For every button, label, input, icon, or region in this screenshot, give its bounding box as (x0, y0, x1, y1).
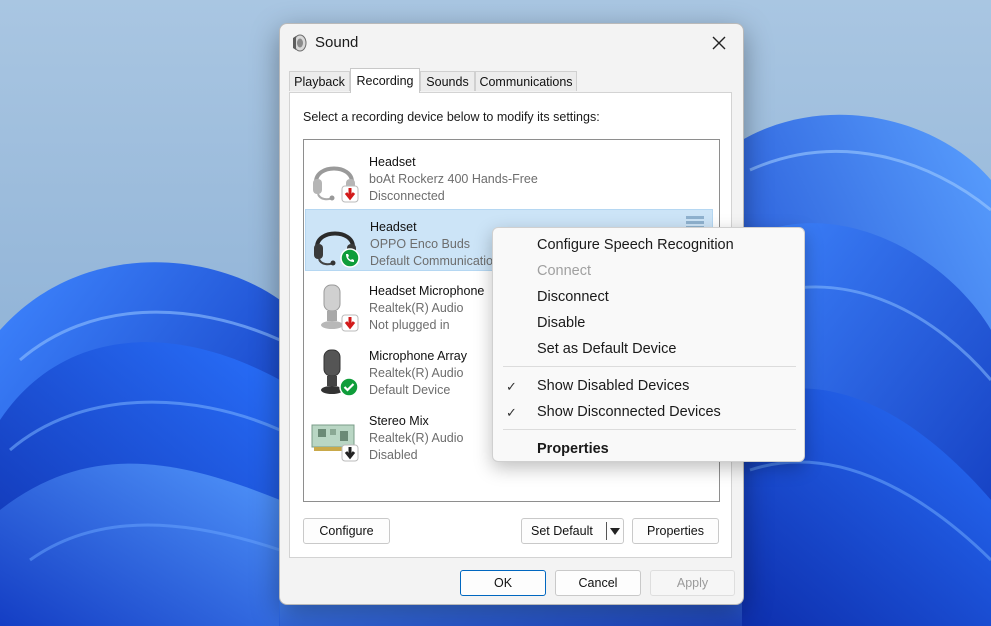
tab-playback[interactable]: Playback (289, 71, 350, 91)
chevron-down-icon[interactable] (610, 528, 620, 535)
device-status: Not plugged in (369, 318, 450, 332)
set-default-split-button[interactable]: Set Default (521, 518, 624, 544)
device-name: Stereo Mix (369, 414, 429, 428)
instructions-text: Select a recording device below to modif… (303, 110, 600, 124)
check-badge-icon (339, 377, 359, 397)
configure-button[interactable]: Configure (303, 518, 390, 544)
apply-button[interactable]: Apply (650, 570, 735, 596)
device-name: Headset Microphone (369, 284, 485, 298)
tab-recording[interactable]: Recording (350, 68, 420, 93)
menu-item-disable[interactable]: Disable (537, 315, 585, 331)
menu-item-set-as-default-device[interactable]: Set as Default Device (537, 341, 676, 357)
menu-item-show-disabled-devices[interactable]: Show Disabled Devices (537, 378, 689, 394)
check-icon: ✓ (506, 379, 517, 394)
window-title: Sound (315, 34, 359, 51)
device-name: Headset (370, 220, 417, 234)
menu-item-properties[interactable]: Properties (537, 441, 609, 457)
cancel-button[interactable]: Cancel (555, 570, 641, 596)
device-description: Realtek(R) Audio (369, 301, 464, 315)
context-menu: Configure Speech Recognition Connect Dis… (492, 227, 805, 462)
device-item-headset-boat[interactable]: Headset boAt Rockerz 400 Hands-Free Disc… (305, 145, 713, 207)
menu-separator (503, 429, 796, 430)
tab-sounds[interactable]: Sounds (420, 71, 475, 91)
menu-item-show-disconnected-devices[interactable]: Show Disconnected Devices (537, 404, 721, 420)
split-divider (606, 522, 607, 540)
check-icon: ✓ (506, 405, 517, 420)
title-bar[interactable]: Sound (280, 24, 743, 62)
ok-button[interactable]: OK (460, 570, 546, 596)
close-icon (712, 36, 726, 50)
device-status: Default Device (369, 383, 451, 397)
device-name: Microphone Array (369, 349, 467, 363)
speaker-app-icon (293, 34, 307, 52)
device-name: Headset (369, 155, 416, 169)
tab-communications[interactable]: Communications (475, 71, 577, 91)
close-button[interactable] (705, 29, 733, 57)
disconnected-badge-icon (341, 185, 359, 203)
device-status: Disabled (369, 448, 418, 462)
device-status: Disconnected (369, 189, 445, 203)
device-description: Realtek(R) Audio (369, 366, 464, 380)
device-description: OPPO Enco Buds (370, 237, 471, 251)
properties-button[interactable]: Properties (632, 518, 719, 544)
device-description: Realtek(R) Audio (369, 431, 464, 445)
menu-item-disconnect[interactable]: Disconnect (537, 289, 609, 305)
menu-item-connect[interactable]: Connect (537, 263, 591, 279)
disconnected-badge-icon (341, 314, 359, 332)
disabled-badge-icon (341, 444, 359, 462)
phone-badge-icon (340, 248, 360, 268)
device-description: boAt Rockerz 400 Hands-Free (369, 172, 538, 186)
menu-item-configure-speech-recognition[interactable]: Configure Speech Recognition (537, 237, 734, 253)
set-default-label: Set Default (531, 524, 593, 538)
menu-separator (503, 366, 796, 367)
